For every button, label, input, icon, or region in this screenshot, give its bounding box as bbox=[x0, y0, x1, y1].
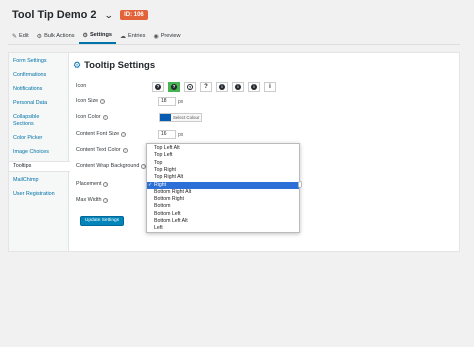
checkmark-icon: ✓ bbox=[148, 181, 153, 188]
info-circle-icon: i bbox=[235, 84, 241, 90]
placement-option[interactable]: Bottom Right bbox=[147, 196, 299, 203]
form-title: Tool Tip Demo 2 bbox=[12, 9, 97, 21]
sidebar-item-mailchimp[interactable]: MailChimp bbox=[9, 177, 68, 184]
icon-choice-info-circle-3[interactable]: i bbox=[248, 82, 260, 92]
placement-option[interactable]: Bottom Right Alt bbox=[147, 189, 299, 196]
content-text-color-label: Content Text Color? bbox=[76, 147, 128, 153]
tab-preview[interactable]: ◉ Preview bbox=[149, 28, 184, 44]
icon-color-picker[interactable]: Select Colour bbox=[159, 113, 203, 122]
update-settings-button[interactable]: Update Settings bbox=[80, 216, 124, 226]
question-outline-icon: ? bbox=[187, 84, 193, 90]
preview-icon: ◉ bbox=[153, 33, 159, 40]
icon-color-label: Icon Color? bbox=[76, 114, 108, 120]
icon-size-label: Icon Size? bbox=[76, 98, 106, 104]
gears-icon: ⚙ bbox=[73, 60, 82, 70]
tab-settings[interactable]: ⚙ Settings bbox=[78, 28, 117, 44]
entries-icon: ☁ bbox=[120, 33, 127, 40]
info-circle-icon: i bbox=[251, 84, 257, 90]
sidebar-item-color-picker[interactable]: Color Picker bbox=[9, 135, 68, 142]
placement-option[interactable]: Top Left bbox=[147, 152, 299, 159]
icon-choice-question-circle-selected[interactable]: ? bbox=[168, 82, 180, 92]
tab-entries[interactable]: ☁ Entries bbox=[116, 28, 149, 44]
placement-option[interactable]: ✓ Right bbox=[147, 181, 299, 189]
help-icon[interactable]: ? bbox=[103, 181, 109, 187]
info-circle-icon: i bbox=[219, 84, 225, 90]
content-font-size-unit: px bbox=[178, 132, 184, 138]
help-icon[interactable]: ? bbox=[122, 147, 128, 153]
placement-label: Placement? bbox=[76, 181, 109, 187]
icon-size-input[interactable]: 18 bbox=[158, 97, 176, 106]
icon-size-unit: px bbox=[178, 99, 184, 105]
placement-dropdown[interactable]: Top Left Alt Top Left Top Top Right Top Righ… bbox=[146, 143, 300, 233]
info-icon: i bbox=[269, 84, 271, 90]
color-swatch bbox=[160, 114, 171, 121]
placement-option[interactable]: Top Left Alt bbox=[147, 145, 299, 152]
form-id-badge: ID: 106 bbox=[120, 10, 148, 20]
help-icon[interactable]: ? bbox=[100, 98, 106, 104]
question-circle-icon: ? bbox=[171, 84, 177, 90]
sidebar-item-notifications[interactable]: Notifications bbox=[9, 86, 68, 93]
tab-edit[interactable]: ✎ Edit bbox=[8, 28, 33, 44]
icon-choice-info-circle-2[interactable]: i bbox=[232, 82, 244, 92]
content-font-size-input[interactable]: 16 bbox=[158, 130, 176, 139]
placement-select-arrow[interactable] bbox=[298, 181, 302, 188]
form-tabs: ✎ Edit ⚙ Bulk Actions ⚙ Settings ☁ Entries ◉… bbox=[8, 28, 460, 44]
placement-option[interactable]: Bottom Left bbox=[147, 211, 299, 218]
sidebar-item-user-registration[interactable]: User Registration bbox=[9, 191, 68, 198]
help-icon[interactable]: ? bbox=[103, 197, 109, 203]
chevron-down-icon[interactable]: ⌄ bbox=[103, 10, 113, 21]
icon-choices: ? ? ? ? i i i i bbox=[152, 82, 280, 92]
question-circle-icon: ? bbox=[155, 84, 161, 90]
edit-icon: ✎ bbox=[12, 33, 18, 40]
content-wrap-background-label: Content Wrap Background? bbox=[76, 163, 147, 169]
sidebar-item-collapsible-sections[interactable]: Collapsible Sections bbox=[9, 114, 68, 128]
page-title: ⚙ Tooltip Settings bbox=[73, 60, 156, 71]
sidebar-item-personal-data[interactable]: Personal Data bbox=[9, 100, 68, 107]
max-width-label: Max Width? bbox=[76, 197, 109, 203]
help-icon[interactable]: ? bbox=[121, 131, 127, 137]
placement-option[interactable]: Top Right Alt bbox=[147, 174, 299, 181]
bulk-actions-icon: ⚙ bbox=[36, 33, 43, 40]
form-header: Tool Tip Demo 2 ⌄ ID: 106 bbox=[12, 8, 148, 22]
sidebar-item-tooltips[interactable]: Tooltips bbox=[9, 161, 70, 172]
tabs-divider bbox=[8, 44, 460, 45]
settings-icon: ⚙ bbox=[82, 32, 88, 39]
icon-choice-question-outline[interactable]: ? bbox=[184, 82, 196, 92]
icon-choice-info-plain[interactable]: i bbox=[264, 82, 276, 92]
select-colour-button: Select Colour bbox=[171, 114, 202, 121]
icon-choice-info-circle[interactable]: i bbox=[216, 82, 228, 92]
placement-option[interactable]: Top Right bbox=[147, 167, 299, 174]
help-icon[interactable]: ? bbox=[102, 114, 108, 120]
sidebar-item-image-choices[interactable]: Image Choices bbox=[9, 149, 68, 156]
question-mark-icon: ? bbox=[204, 84, 208, 90]
sidebar-item-confirmations[interactable]: Confirmations bbox=[9, 72, 68, 79]
placement-option[interactable]: Top bbox=[147, 160, 299, 167]
icon-choice-question-circle[interactable]: ? bbox=[152, 82, 164, 92]
icon-choice-question-plain[interactable]: ? bbox=[200, 82, 212, 92]
placement-option[interactable]: Bottom Left Alt bbox=[147, 218, 299, 225]
settings-sidebar: Form Settings Confirmations Notification… bbox=[9, 53, 70, 251]
content-font-size-label: Content Font Size? bbox=[76, 131, 127, 137]
sidebar-item-form-settings[interactable]: Form Settings bbox=[9, 58, 68, 65]
placement-option[interactable]: Bottom bbox=[147, 203, 299, 210]
placement-option[interactable]: Left bbox=[147, 225, 299, 232]
icon-label: Icon bbox=[76, 83, 87, 89]
tab-bulk-actions[interactable]: ⚙ Bulk Actions bbox=[33, 28, 79, 44]
